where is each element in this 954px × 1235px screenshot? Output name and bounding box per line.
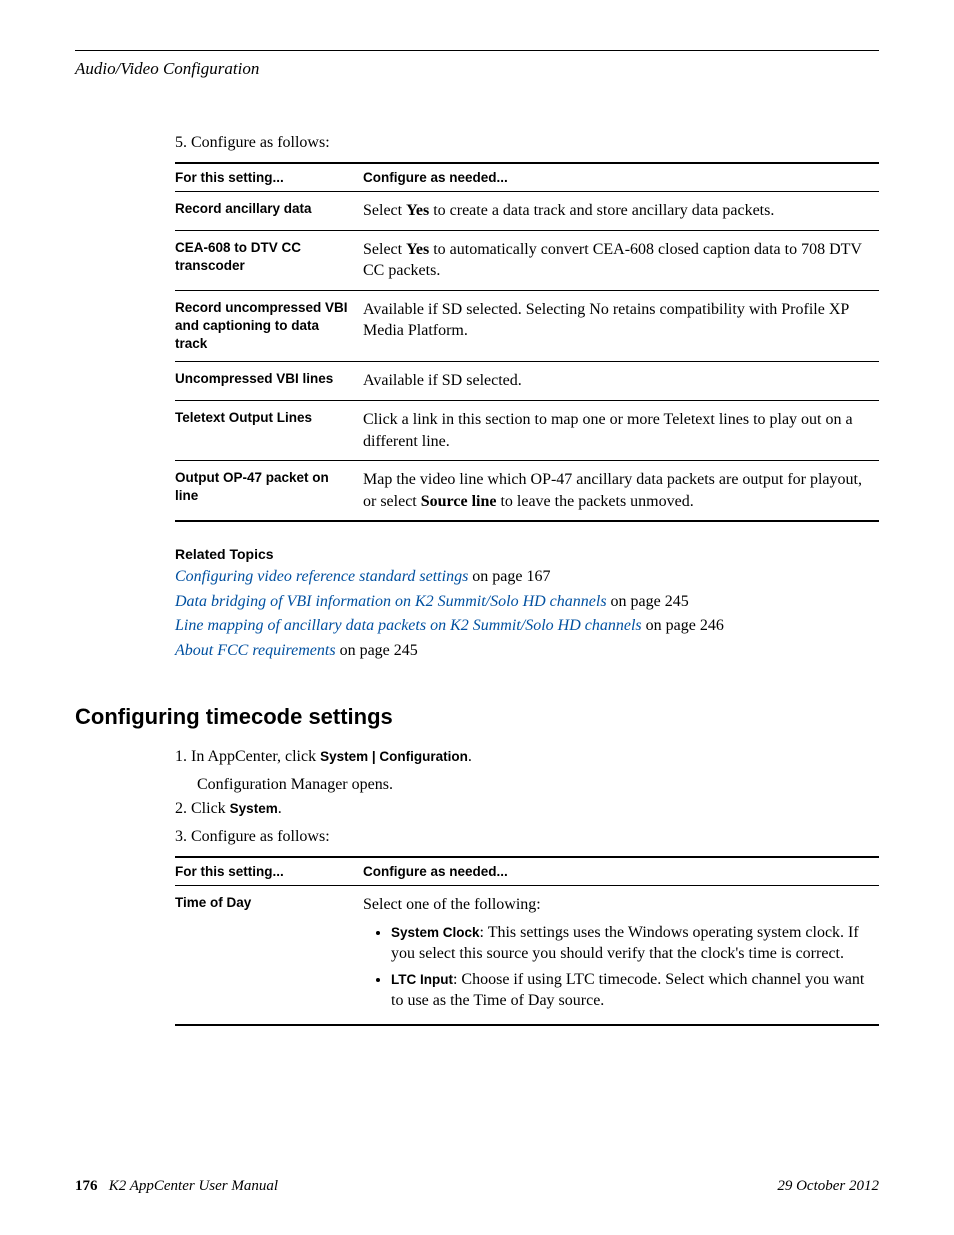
table-row-setting: Record uncompressed VBI and captioning t… [175,290,363,362]
related-link[interactable]: Configuring video reference standard set… [175,568,468,585]
related-link-line: Data bridging of VBI information on K2 S… [175,591,879,613]
table-row-desc: Select one of the following: System Cloc… [363,885,879,1024]
step-2: 2. Click System. [175,800,879,818]
related-link[interactable]: Data bridging of VBI information on K2 S… [175,593,607,610]
table-row-desc: Select Yes to automatically convert CEA-… [363,230,879,290]
table1-header-setting: For this setting... [175,163,363,192]
header-section-title: Audio/Video Configuration [75,59,879,79]
page-number: 176 [75,1178,98,1194]
table-row-desc: Select Yes to create a data track and st… [363,192,879,231]
related-link[interactable]: Line mapping of ancillary data packets o… [175,617,642,634]
table-row-desc: Click a link in this section to map one … [363,401,879,461]
manual-title: K2 AppCenter User Manual [109,1178,278,1194]
settings-table-2: For this setting... Configure as needed.… [175,856,879,1026]
settings-table-1: For this setting... Configure as needed.… [175,162,879,522]
table-row-desc: Available if SD selected. Selecting No r… [363,290,879,362]
table1-header-configure: Configure as needed... [363,163,879,192]
related-link-line: About FCC requirements on page 245 [175,640,879,662]
table-row-desc: Available if SD selected. [363,362,879,401]
table-row-desc: Map the video line which OP-47 ancillary… [363,461,879,522]
step-1: 1. In AppCenter, click System | Configur… [175,748,879,766]
footer-date: 29 October 2012 [777,1178,879,1195]
table-row-setting: Time of Day [175,885,363,1024]
table2-header-configure: Configure as needed... [363,857,879,886]
list-item: LTC Input: Choose if using LTC timecode.… [391,969,871,1012]
table-row-setting: Uncompressed VBI lines [175,362,363,401]
related-link-line: Configuring video reference standard set… [175,566,879,588]
list-item: System Clock: This settings uses the Win… [391,922,871,965]
table-row-setting: Teletext Output Lines [175,401,363,461]
related-link[interactable]: About FCC requirements [175,642,336,659]
table-row-setting: CEA-608 to DTV CC transcoder [175,230,363,290]
page-footer: 176 K2 AppCenter User Manual 29 October … [75,1178,879,1195]
step-3: 3. Configure as follows: [175,828,879,846]
section-heading-timecode: Configuring timecode settings [75,704,879,730]
table-row-setting: Output OP-47 packet on line [175,461,363,522]
table-row-setting: Record ancillary data [175,192,363,231]
step-5: 5. Configure as follows: [175,134,879,152]
table2-header-setting: For this setting... [175,857,363,886]
related-topics-heading: Related Topics [175,546,879,562]
related-link-line: Line mapping of ancillary data packets o… [175,615,879,637]
step-1-sub: Configuration Manager opens. [197,776,879,794]
